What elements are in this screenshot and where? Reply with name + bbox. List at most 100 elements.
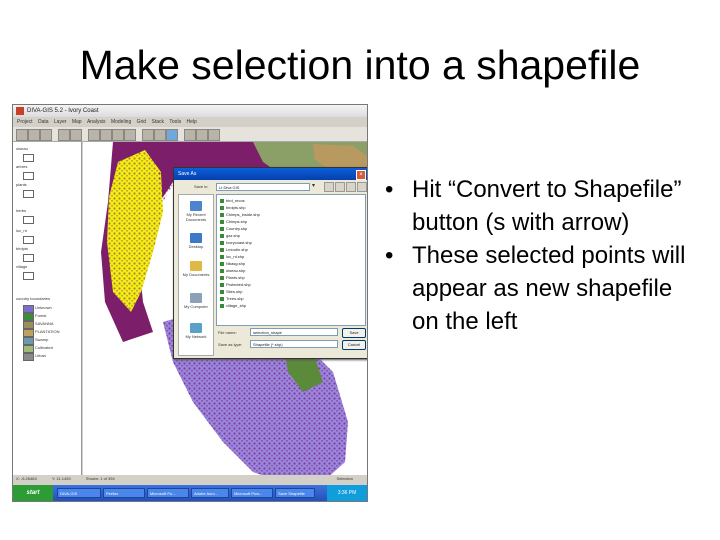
open-icon[interactable] <box>28 129 40 141</box>
taskbar-item[interactable]: Microsoft Pow... <box>231 488 273 498</box>
taskbar-item[interactable]: Firefox <box>103 488 145 498</box>
up-folder-icon[interactable] <box>335 182 345 192</box>
save-button[interactable]: Save <box>342 328 366 338</box>
shapefile-icon <box>220 254 224 259</box>
layer-item[interactable]: plants <box>16 182 27 188</box>
save-as-dialog: Save As × Save in: Lt Diva GIS ▾ My Rece… <box>173 167 367 359</box>
filetype-dropdown[interactable]: Shapefile (*.shp) <box>250 340 338 348</box>
menu-stack[interactable]: Stack <box>151 119 164 125</box>
menu-help[interactable]: Help <box>186 119 196 125</box>
documents-icon <box>190 261 202 271</box>
file-item[interactable]: Protected.shp <box>220 282 251 288</box>
shapefile-icon <box>220 233 224 238</box>
file-item[interactable]: Lmoutin.shp <box>220 247 248 253</box>
bullet-marker: • <box>385 242 394 269</box>
menu-layer[interactable]: Layer <box>54 119 67 125</box>
menu-analysis[interactable]: Analysis <box>87 119 106 125</box>
save-icon[interactable] <box>40 129 52 141</box>
shapefile-icon <box>220 282 224 287</box>
file-name: oiseau.shp <box>226 268 246 273</box>
menu-tools[interactable]: Tools <box>169 119 181 125</box>
layer-item[interactable]: village <box>16 264 27 270</box>
file-item[interactable]: gaz.shp <box>220 233 240 239</box>
menu-data[interactable]: Data <box>38 119 49 125</box>
layer-symbol <box>23 190 34 198</box>
place-network[interactable]: My Network <box>181 323 211 339</box>
taskbar-item[interactable]: Microsoft Po... <box>147 488 189 498</box>
taskbar-item[interactable]: DIVA-GIS <box>57 488 101 498</box>
file-name: bird_recos <box>226 198 245 203</box>
layer-item[interactable]: loc_nt <box>16 228 27 234</box>
layer-item[interactable]: birdpts <box>16 246 28 252</box>
taskbar-item[interactable]: Adobe Acro... <box>191 488 229 498</box>
file-name: Nbasg.shp <box>226 261 246 266</box>
save-in-label: Save in: <box>194 184 209 189</box>
start-button[interactable]: start <box>13 485 53 501</box>
status-mode: Selection <box>336 476 353 481</box>
zoom-in-icon[interactable] <box>88 129 100 141</box>
menu-map[interactable]: Map <box>72 119 82 125</box>
file-item[interactable]: Nbasg.shp <box>220 261 245 267</box>
filename-label: File name: <box>218 330 237 335</box>
layer-symbol <box>23 236 34 244</box>
layer-item[interactable]: country boundaries <box>16 296 50 302</box>
file-name: birdpts.shp <box>226 205 246 210</box>
save-in-dropdown[interactable]: Lt Diva GIS <box>216 183 310 191</box>
file-item[interactable]: Country.shp <box>220 226 247 232</box>
file-item[interactable]: Plants.shp <box>220 275 245 281</box>
file-list[interactable]: bird_recos birdpts.shp Chimps_inside.shp… <box>216 194 366 326</box>
select-icon[interactable] <box>142 129 154 141</box>
file-item[interactable]: loc_nt.shp <box>220 254 244 260</box>
file-item[interactable]: Sites.shp <box>220 289 242 295</box>
network-icon <box>190 323 202 333</box>
view-menu-icon[interactable] <box>357 182 367 192</box>
file-item[interactable]: Chimps_inside.shp <box>220 212 260 218</box>
legend-label: Swamp <box>35 337 49 342</box>
file-item[interactable]: Chimps.shp <box>220 219 247 225</box>
filename-input[interactable] <box>250 328 338 336</box>
layer-item[interactable]: oiseau <box>16 146 28 152</box>
full-extent-icon[interactable] <box>124 129 136 141</box>
layer-item[interactable]: arbres <box>16 164 27 170</box>
file-item[interactable]: bird_recos <box>220 198 245 204</box>
new-project-icon[interactable] <box>16 129 28 141</box>
chevron-down-icon[interactable]: ▾ <box>312 182 315 189</box>
place-computer[interactable]: My Computer <box>181 293 211 309</box>
menu-project[interactable]: Project <box>17 119 33 125</box>
file-item[interactable]: Trees.shp <box>220 296 244 302</box>
taskbar-item[interactable]: Save Shapefile <box>275 488 315 498</box>
menu-modeling[interactable]: Modeling <box>111 119 131 125</box>
place-recent[interactable]: My Recent Documents <box>181 201 211 222</box>
pan-icon[interactable] <box>112 129 124 141</box>
identify-icon[interactable] <box>154 129 166 141</box>
file-item[interactable]: Ivorycoast.shp <box>220 240 252 246</box>
convert-to-shapefile-icon[interactable] <box>166 129 178 141</box>
taskbar-clock: 3:36 PM <box>327 485 367 501</box>
layer-item[interactable]: herbs <box>16 208 26 214</box>
place-desktop[interactable]: Desktop <box>181 233 211 249</box>
cancel-button[interactable]: Cancel <box>342 340 366 350</box>
legend-label: Unknown <box>35 305 52 310</box>
menu-grid[interactable]: Grid <box>137 119 146 125</box>
measure-icon[interactable] <box>184 129 196 141</box>
remove-layer-icon[interactable] <box>70 129 82 141</box>
legend-label: Cultivated <box>35 345 53 350</box>
new-folder-icon[interactable] <box>346 182 356 192</box>
legend-swatch <box>23 321 34 329</box>
close-icon[interactable]: × <box>356 170 366 180</box>
file-item[interactable]: birdpts.shp <box>220 205 246 211</box>
file-item[interactable]: oiseau.shp <box>220 268 245 274</box>
add-layer-icon[interactable] <box>58 129 70 141</box>
print-icon[interactable] <box>208 129 220 141</box>
status-y: Y: 11.1453 <box>51 476 71 481</box>
bullet-text: Hit “Convert to Shapefile” button (s wit… <box>412 176 682 236</box>
legend-icon[interactable] <box>196 129 208 141</box>
zoom-out-icon[interactable] <box>100 129 112 141</box>
toolbar <box>13 127 367 142</box>
shapefile-icon <box>220 219 224 224</box>
file-name: Ivorycoast.shp <box>226 240 252 245</box>
file-item[interactable]: village_shp <box>220 303 246 309</box>
file-name: Country.shp <box>226 226 248 231</box>
back-icon[interactable] <box>324 182 334 192</box>
place-documents[interactable]: My Documents <box>181 261 211 277</box>
